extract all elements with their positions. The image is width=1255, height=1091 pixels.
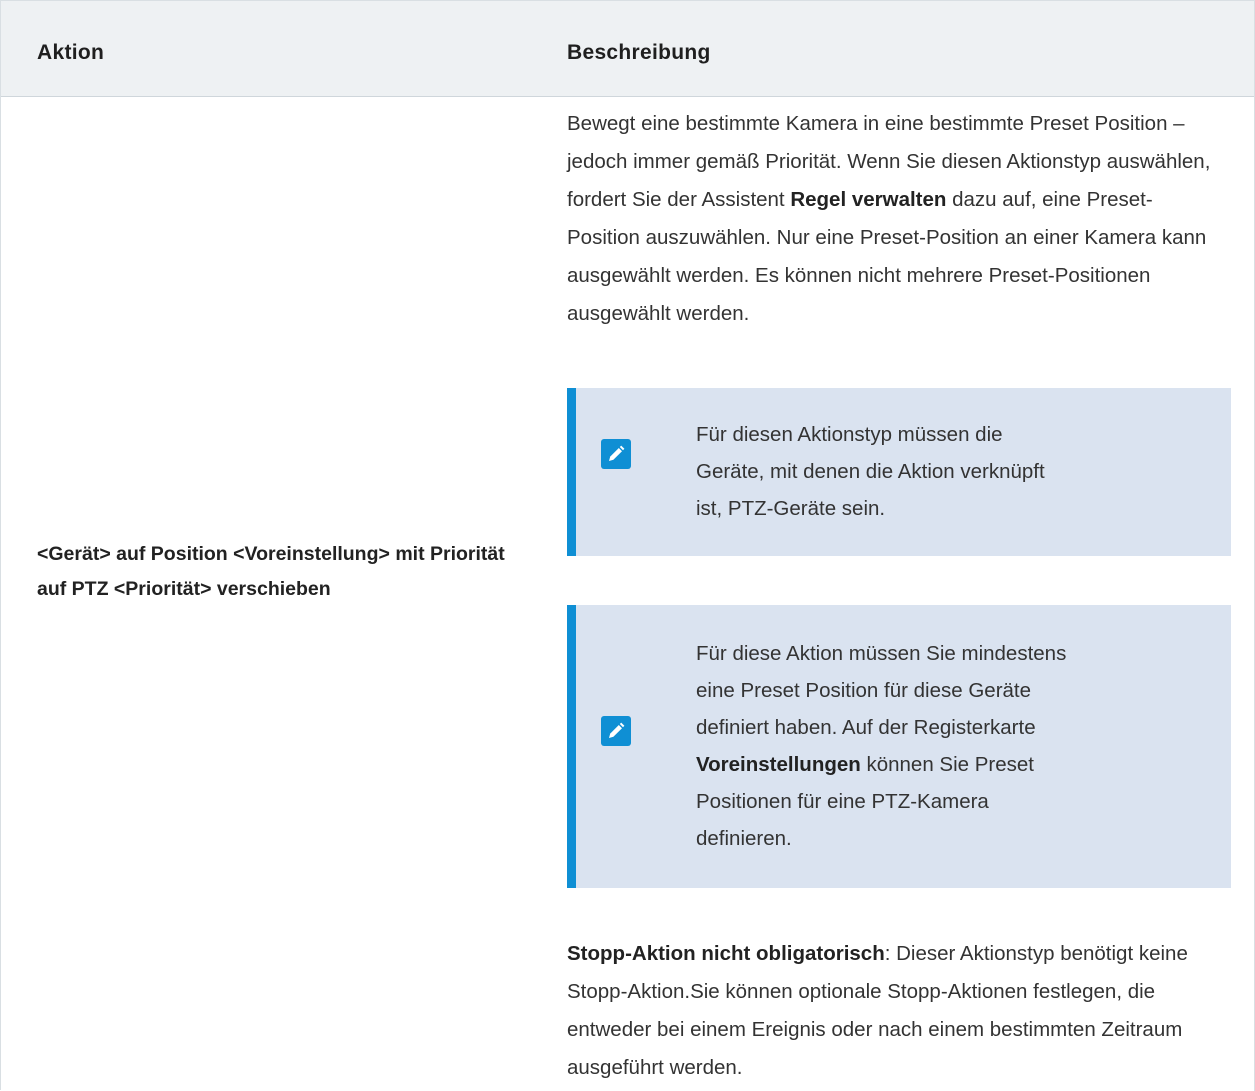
action-table: Aktion Beschreibung <Gerät> auf Position… [0,0,1255,1091]
description-paragraph: Bewegt eine bestimmte Kamera in eine bes… [567,105,1217,333]
note2-bold-term: Voreinstellungen [696,753,861,776]
note-box-ptz-devices: Für diesen Aktionstyp müssen die Geräte,… [567,388,1231,556]
table-header: Aktion Beschreibung [1,1,1255,97]
description-bold-term: Regel verwalten [790,188,947,211]
pencil-glyph [609,722,625,738]
note2-text-start: Für diese Aktion müssen Sie mindestens e… [696,642,1067,739]
description-cell: Bewegt eine bestimmte Kamera in eine bes… [567,105,1231,333]
note-text-ptz-devices: Für diesen Aktionstyp müssen die Geräte,… [696,423,1045,520]
column-header-action: Aktion [37,41,105,64]
note-box-preset-positions: Für diese Aktion müssen Sie mindestens e… [567,605,1231,888]
pencil-glyph [609,445,625,461]
edit-pencil-icon [601,439,631,469]
column-header-description: Beschreibung [567,41,711,64]
edit-pencil-icon [601,716,631,746]
action-name-cell: <Gerät> auf Position <Voreinstellung> mi… [37,543,505,600]
stop-action-paragraph: Stopp-Aktion nicht obligatorisch: Dieser… [567,935,1231,1087]
note-text-preset-positions: Für diese Aktion müssen Sie mindestens e… [696,635,1076,857]
stop-action-bold: Stopp-Aktion nicht obligatorisch [567,942,885,965]
